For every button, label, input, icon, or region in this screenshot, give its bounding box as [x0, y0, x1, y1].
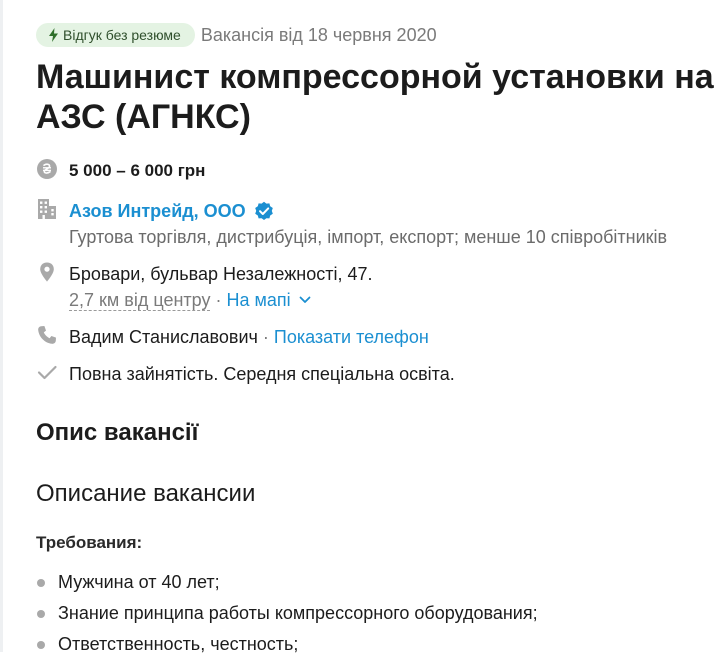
requirements-list: Мужчина от 40 лет; Знание принципа работ…: [36, 567, 538, 660]
address: Бровари, бульвар Незалежності, 47.: [69, 264, 373, 284]
location-separator: ·: [210, 290, 227, 310]
company-link[interactable]: Азов Интрейд, ООО: [69, 198, 274, 224]
location-meta: 2,7 км від центру · На мапі: [69, 287, 373, 313]
requirement-text: Ответственность, честность;: [58, 634, 299, 654]
company-description: Гуртова торгівля, дистрибуція, імпорт, е…: [69, 227, 668, 247]
list-item: Мужчина от 40 лет;: [36, 567, 538, 598]
show-phone-link[interactable]: Показати телефон: [274, 327, 429, 347]
posted-date: Вакансія від 18 червня 2020: [200, 24, 437, 45]
distance-from-center[interactable]: 2,7 км від центру: [69, 290, 211, 311]
description-subtitle: Описание вакансии: [36, 480, 256, 507]
show-on-map-link[interactable]: На мапі: [226, 287, 311, 313]
lightning-icon: [49, 28, 58, 42]
contact-row: Вадим Станиславович · Показати телефон: [36, 324, 429, 350]
page-edge: [0, 0, 3, 652]
requirement-text: Знание принципа работы компрессорного об…: [58, 603, 538, 623]
conditions-row: Повна зайнятість. Середня спеціальна осв…: [36, 361, 455, 387]
contact-person: Вадим Станиславович: [69, 327, 258, 347]
building-icon: [36, 198, 58, 220]
verified-check-icon: [254, 201, 273, 220]
quick-apply-badge: Відгук без резюме: [36, 23, 195, 47]
map-pin-icon: [36, 261, 58, 283]
bullet: [37, 641, 45, 649]
location-row: Бровари, бульвар Незалежності, 47. 2,7 к…: [36, 261, 373, 313]
employment-conditions: Повна зайнятість. Середня спеціальна осв…: [69, 364, 455, 384]
list-item: Знание принципа работы компрессорного об…: [36, 598, 538, 629]
contact-separator: ·: [257, 327, 274, 347]
contact-info: Вадим Станиславович · Показати телефон: [69, 324, 429, 350]
quick-apply-label: Відгук без резюме: [63, 27, 181, 43]
phone-icon: [36, 324, 58, 346]
requirements-label: Требования:: [36, 533, 143, 552]
company-row: Азов Интрейд, ООО Гуртова торгівля, дист…: [36, 198, 667, 250]
bullet: [37, 610, 45, 618]
salary-range: 5 000 – 6 000 грн: [69, 161, 206, 180]
company-name: Азов Интрейд, ООО: [69, 201, 246, 221]
vacancy-title: Машинист компрессорной установки на АЗС …: [36, 58, 714, 136]
list-item: Ответственность, честность;: [36, 629, 538, 660]
show-on-map-label: На мапі: [226, 290, 291, 310]
salary-row: 5 000 – 6 000 грн: [36, 158, 205, 184]
vacancy-header-meta: Відгук без резюме Вакансія від 18 червня…: [36, 23, 437, 47]
hryvnia-coin-icon: [36, 158, 58, 180]
chevron-down-icon: [299, 296, 311, 303]
bullet: [37, 579, 45, 587]
checkmark-icon: [36, 361, 58, 383]
description-heading: Опис вакансії: [36, 419, 199, 446]
requirement-text: Мужчина от 40 лет;: [58, 572, 220, 592]
